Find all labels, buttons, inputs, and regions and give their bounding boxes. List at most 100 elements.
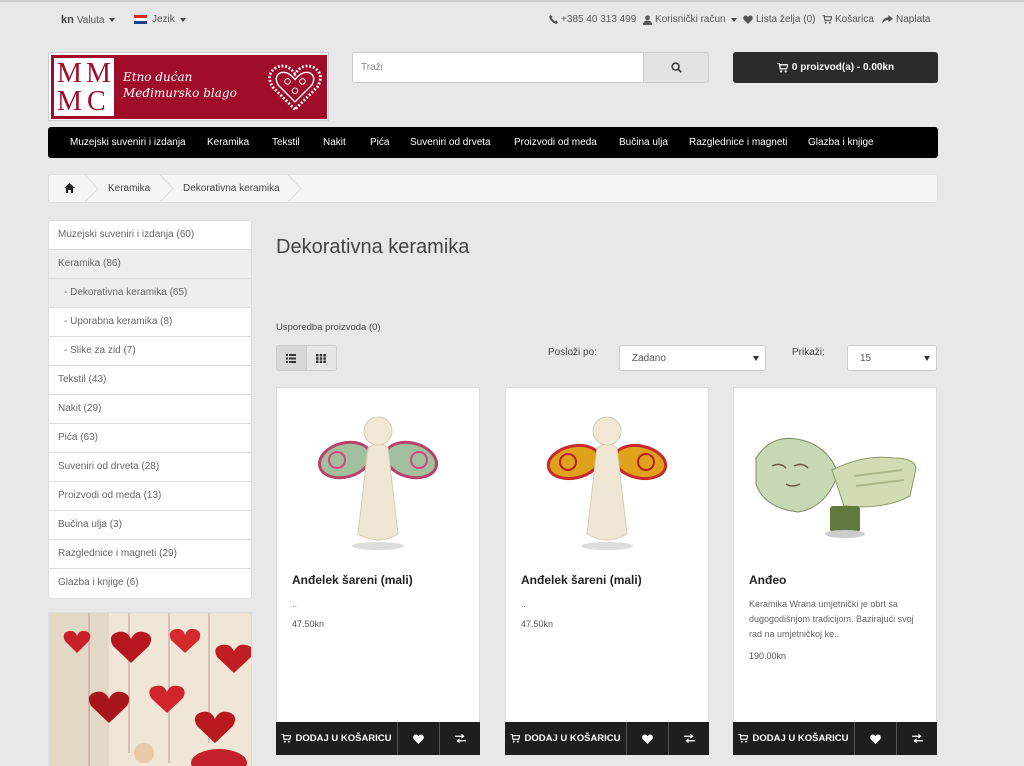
cart-icon: [822, 15, 832, 24]
compare-button[interactable]: [439, 722, 480, 755]
sort-label: Posloži po:: [548, 347, 597, 358]
add-to-cart-label: DODAJ U KOŠARICU: [752, 733, 849, 744]
sidebar-item-decorative-ceramics[interactable]: - Dekorativna keramika (65): [49, 279, 251, 308]
site-logo[interactable]: M M M C Etno dućan Međimursko blago: [48, 52, 329, 121]
product-name[interactable]: Anđelek šareni (mali): [292, 573, 413, 587]
search-placeholder: Traži: [361, 62, 383, 73]
product-card: Anđelek šareni (mali) .. 47.50kn DODAJ U…: [276, 387, 480, 755]
search-input[interactable]: Traži: [352, 52, 644, 83]
chevron-down-icon: [730, 17, 737, 22]
nav-item-ceramics[interactable]: Keramika: [207, 137, 249, 148]
product-description: ..: [521, 599, 527, 609]
sidebar-item-wall-pictures[interactable]: - Slike za zid (7): [49, 337, 251, 366]
nav-item-pumpkin-oil[interactable]: Bučina ulja: [619, 137, 668, 148]
sidebar-item-postcards-magnets[interactable]: Razglednice i magneti (29): [49, 540, 251, 569]
breadcrumb: Keramika Dekorativna keramika: [48, 174, 938, 203]
chevron-down-icon: [179, 17, 186, 22]
nav-item-postcards-magnets[interactable]: Razglednice i magneti: [689, 137, 787, 148]
exchange-icon: [683, 734, 695, 743]
nav-item-museum-souvenirs[interactable]: Muzejski suveniri i izdanja: [70, 137, 186, 148]
sidebar-item-honey-products[interactable]: Proizvodi od meda (13): [49, 482, 251, 511]
home-icon[interactable]: [64, 183, 75, 193]
user-icon: [643, 14, 652, 25]
logo-text: Etno dućan Međimursko blago: [123, 69, 237, 101]
breadcrumb-item-decorative-ceramics[interactable]: Dekorativna keramika: [183, 183, 280, 194]
sidebar-item-pumpkin-oil[interactable]: Bučina ulja (3): [49, 511, 251, 540]
nav-item-jewelry[interactable]: Nakit: [323, 137, 346, 148]
add-to-wishlist-button[interactable]: [855, 722, 896, 755]
search-button[interactable]: [643, 52, 709, 83]
account-label: Korisnički račun: [655, 14, 726, 25]
currency-dropdown[interactable]: kn Valuta: [61, 14, 116, 26]
cart-summary-button[interactable]: 0 proizvod(a) - 0.00kn: [733, 52, 938, 83]
sidebar-item-wood-souvenirs[interactable]: Suveniri od drveta (28): [49, 453, 251, 482]
list-icon: [286, 353, 297, 363]
add-to-cart-button[interactable]: DODAJ U KOŠARICU: [733, 722, 855, 755]
account-dropdown[interactable]: Korisnički račun: [643, 14, 737, 25]
add-to-wishlist-button[interactable]: [398, 722, 439, 755]
list-view-button[interactable]: [277, 346, 307, 370]
limit-select[interactable]: 15: [847, 345, 937, 371]
chevron-down-icon: [753, 356, 759, 361]
product-image[interactable]: [277, 388, 479, 564]
phone-link[interactable]: +385 40 313 499: [549, 14, 636, 25]
checkout-label: Naplata: [896, 14, 931, 25]
logo-letter: M: [57, 58, 82, 89]
add-to-cart-label: DODAJ U KOŠARICU: [524, 733, 621, 744]
product-compare-link[interactable]: Usporedba proizvoda (0): [276, 322, 381, 333]
sidebar-banner-image[interactable]: [48, 612, 252, 766]
nav-item-drinks[interactable]: Pića: [370, 137, 389, 148]
add-to-cart-label: DODAJ U KOŠARICU: [295, 733, 392, 744]
wishlist-link[interactable]: Lista želja (0): [743, 14, 815, 25]
search-icon: [670, 62, 682, 73]
share-arrow-icon: [882, 15, 893, 24]
compare-button[interactable]: [668, 722, 709, 755]
nav-item-honey-products[interactable]: Proizvodi od meda: [514, 137, 597, 148]
product-actions: DODAJ U KOŠARICU: [276, 722, 480, 755]
phone-icon: [549, 15, 558, 24]
view-toggle: [276, 345, 337, 371]
sidebar-item-ceramics[interactable]: Keramika (86): [49, 250, 251, 279]
cart-icon: [776, 62, 788, 73]
product-name[interactable]: Anđeo: [749, 573, 786, 587]
lace-heart-icon: [268, 64, 322, 112]
nav-item-wood-souvenirs[interactable]: Suveniri od drveta: [410, 137, 491, 148]
page-title: Dekorativna keramika: [276, 236, 470, 258]
compare-button[interactable]: [896, 722, 937, 755]
sidebar-item-museum-souvenirs[interactable]: Muzejski suveniri i izdanja (60): [49, 221, 251, 250]
add-to-cart-button[interactable]: DODAJ U KOŠARICU: [505, 722, 627, 755]
product-image[interactable]: [734, 388, 936, 564]
breadcrumb-separator: [160, 175, 174, 202]
language-dropdown[interactable]: Jezik: [134, 14, 186, 25]
grid-view-button[interactable]: [307, 346, 336, 370]
product-actions: DODAJ U KOŠARICU: [733, 722, 937, 755]
product-image[interactable]: [506, 388, 708, 564]
hearts-photo: [49, 613, 251, 766]
cart-link[interactable]: Košarica: [822, 14, 874, 25]
chevron-down-icon: [109, 18, 116, 22]
heart-icon: [642, 733, 653, 744]
breadcrumb-item-ceramics[interactable]: Keramika: [108, 183, 150, 194]
product-name[interactable]: Anđelek šareni (mali): [521, 573, 642, 587]
sidebar-item-jewelry[interactable]: Nakit (29): [49, 395, 251, 424]
checkout-link[interactable]: Naplata: [882, 14, 930, 25]
sidebar-item-drinks[interactable]: Pića (63): [49, 424, 251, 453]
sidebar-item-utility-ceramics[interactable]: - Uporabna keramika (8): [49, 308, 251, 337]
product-description: ..: [292, 599, 298, 609]
sidebar-item-music-books[interactable]: Glazba i knjige (6): [49, 569, 251, 598]
add-to-cart-button[interactable]: DODAJ U KOŠARICU: [276, 722, 398, 755]
add-to-wishlist-button[interactable]: [627, 722, 668, 755]
logo-letter: M: [86, 58, 111, 89]
product-price: 190.00kn: [749, 651, 787, 661]
logo-text-line1: Etno dućan: [123, 70, 193, 84]
cart-summary-label: 0 proizvod(a) - 0.00kn: [791, 62, 895, 73]
exchange-icon: [454, 734, 466, 743]
nav-item-music-books[interactable]: Glazba i knjige: [808, 137, 874, 148]
product-price: 47.50kn: [292, 619, 325, 629]
logo-monogram: M M M C: [52, 56, 116, 118]
sort-select[interactable]: Zadano: [619, 345, 766, 371]
sidebar-item-textile[interactable]: Tekstil (43): [49, 366, 251, 395]
wishlist-label: Lista želja (0): [756, 14, 816, 25]
cart-icon: [281, 734, 292, 743]
nav-item-textile[interactable]: Tekstil: [272, 137, 300, 148]
